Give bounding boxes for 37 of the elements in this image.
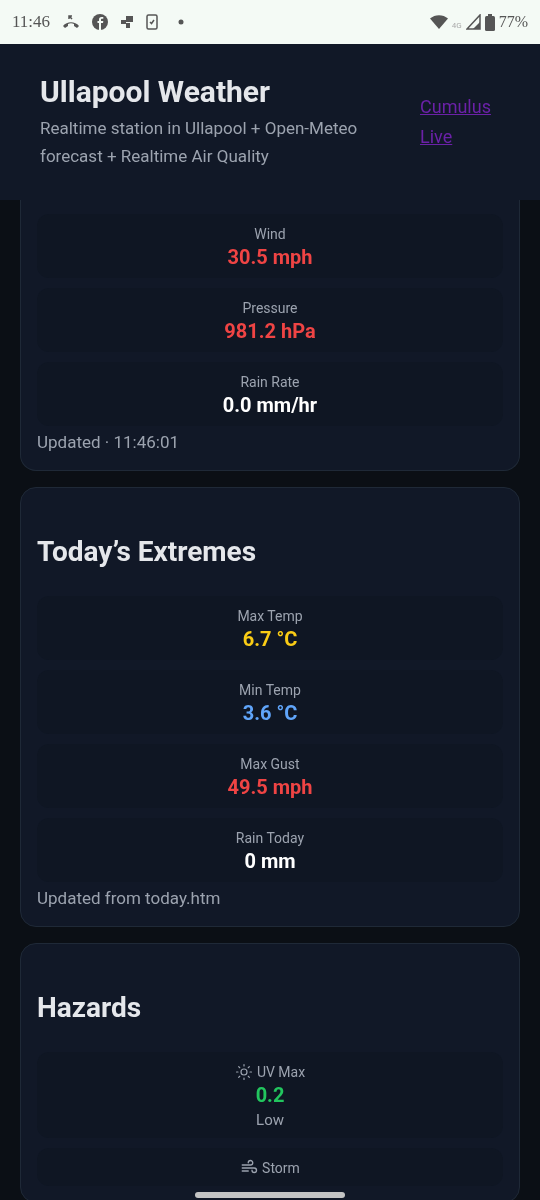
metric-label: Wind bbox=[254, 225, 286, 244]
sun-icon bbox=[234, 1063, 253, 1081]
card-title: Today’s Extremes bbox=[37, 536, 258, 568]
signal-icon bbox=[465, 14, 481, 30]
metric-value: 0 mm bbox=[244, 848, 296, 874]
battery-percent: 77% bbox=[498, 12, 528, 32]
dot-icon bbox=[178, 19, 185, 25]
battery-icon bbox=[484, 13, 495, 31]
metric-value: 49.5 mph bbox=[227, 774, 313, 800]
metric-value: 0.0 mm/hr bbox=[222, 392, 318, 418]
card-footer: Updated from today.htm bbox=[37, 886, 503, 910]
blocks-icon bbox=[120, 15, 135, 29]
card-footer: Updated · 11:46:01 bbox=[37, 430, 503, 454]
metric-value: 0.2 bbox=[255, 1082, 285, 1108]
status-time: 11:46 bbox=[12, 11, 51, 34]
phone-icon bbox=[62, 15, 81, 29]
metric-value: 30.5 mph bbox=[227, 244, 313, 270]
metric-label: Max Temp bbox=[237, 607, 303, 626]
metric-value: 981.2 hPa bbox=[224, 318, 316, 344]
social-app-icon bbox=[92, 14, 109, 30]
metric-label: UV Max bbox=[256, 1063, 306, 1082]
metric-note: Low bbox=[256, 1110, 284, 1130]
metric-label: Max Gust bbox=[240, 755, 300, 774]
metric-label: Rain Today bbox=[235, 829, 305, 848]
metric-label: Rain Rate bbox=[240, 373, 300, 392]
app-subtitle: Realtime station in Ullapool + Open-Meteo forecast + Realtime Air Quality bbox=[40, 117, 359, 168]
app-title: Ullapool Weather bbox=[40, 74, 272, 110]
wifi-icon bbox=[429, 15, 448, 29]
metric-value: 6.7 °C bbox=[242, 626, 298, 652]
metric-label: Pressure bbox=[242, 299, 298, 318]
cumulus-link[interactable]: Cumulus Live bbox=[420, 92, 500, 152]
card-title: Hazards bbox=[37, 992, 143, 1024]
network-label: 4G bbox=[451, 20, 462, 32]
phone-check-icon bbox=[146, 14, 159, 30]
metric-value: 3.6 °C bbox=[242, 700, 298, 726]
metric-label: Min Temp bbox=[239, 681, 301, 700]
metric-label: Storm bbox=[262, 1159, 300, 1178]
